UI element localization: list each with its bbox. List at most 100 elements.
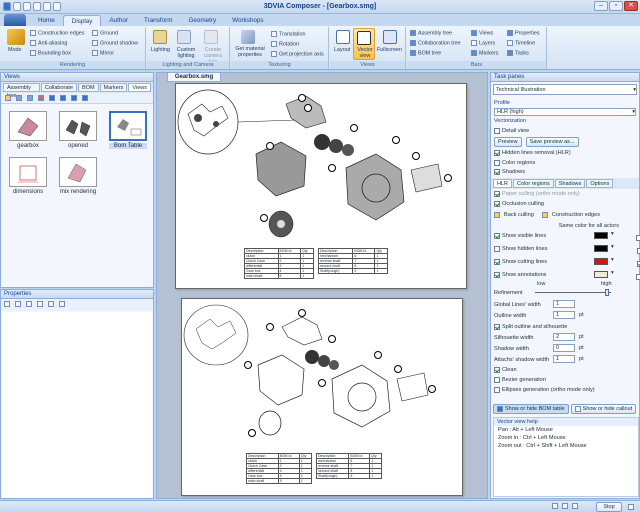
tab-color-regions[interactable]: Color regions bbox=[513, 179, 554, 188]
visible-lines-checkbox[interactable] bbox=[494, 232, 500, 239]
bezier-row[interactable]: Bezier generation bbox=[491, 375, 639, 385]
tab-author[interactable]: Author bbox=[101, 15, 136, 26]
update-view-icon[interactable] bbox=[27, 95, 33, 101]
tab-assembly-tree[interactable]: Assembly tree bbox=[3, 83, 40, 99]
collaboration-tree-toggle[interactable]: Collaboration tree bbox=[410, 40, 461, 46]
views-toggle[interactable]: Views bbox=[471, 30, 493, 36]
chevron-down-icon[interactable]: ▾ bbox=[611, 231, 614, 237]
annotations-same-color[interactable] bbox=[636, 273, 640, 280]
construction-edges-toggle[interactable]: Construction edges bbox=[30, 30, 84, 36]
anti-aliasing-toggle[interactable]: Anti-aliasing bbox=[30, 40, 67, 46]
tab-collaborate[interactable]: Collaborate bbox=[40, 83, 78, 92]
annotations-color[interactable] bbox=[594, 271, 608, 278]
tab-display[interactable]: Display bbox=[62, 15, 102, 26]
layout-button[interactable]: Layout bbox=[334, 47, 350, 53]
assembly-tree-toggle[interactable]: Assembly tree bbox=[410, 30, 452, 36]
layout-icon[interactable] bbox=[552, 503, 558, 509]
tab-bom[interactable]: BOM bbox=[78, 83, 99, 92]
bom-table-4[interactable]: Description BOM Id Qty mechanism 6 1 reverse… bbox=[315, 453, 382, 479]
ellipses-row[interactable]: Ellipses generation (ortho mode only) bbox=[491, 385, 639, 395]
task-pane-dropdown[interactable]: Technical Illustration ▾ bbox=[493, 84, 637, 95]
back-icon[interactable] bbox=[26, 301, 32, 307]
shadow-width-input[interactable]: 0 bbox=[553, 344, 575, 352]
minimize-button[interactable]: – bbox=[594, 1, 608, 11]
ground-toggle[interactable]: Ground bbox=[92, 30, 118, 36]
outline-width-input[interactable]: 1 bbox=[553, 311, 575, 319]
camera-icon[interactable] bbox=[572, 503, 578, 509]
bom-table-1[interactable]: Description BOM Id Qty clutch 1 1 Clutch Cas… bbox=[244, 248, 314, 279]
tab-markers[interactable]: Markers bbox=[99, 83, 128, 92]
view-item-bom-table[interactable]: Bom Table bbox=[109, 111, 147, 149]
visible-lines-same-color[interactable] bbox=[636, 234, 640, 241]
settings-icon[interactable] bbox=[59, 301, 65, 307]
hlr-checkbox[interactable] bbox=[494, 149, 500, 156]
camera-key-icon[interactable] bbox=[204, 30, 218, 44]
move-up-icon[interactable] bbox=[49, 95, 55, 101]
fullscreen-button[interactable]: Fullscreen bbox=[377, 47, 402, 53]
lighting-button[interactable]: Lighting bbox=[151, 47, 170, 53]
save-preview-button[interactable]: Save preview as... bbox=[525, 136, 579, 147]
chevron-down-icon[interactable]: ▾ bbox=[611, 270, 614, 276]
tab-options[interactable]: Options bbox=[586, 179, 614, 188]
shadows-row[interactable]: Shadows bbox=[491, 167, 639, 176]
fullscreen-icon[interactable] bbox=[383, 30, 397, 44]
silhouette-input[interactable]: 2 bbox=[553, 333, 575, 341]
chevron-down-icon[interactable]: ▾ bbox=[611, 257, 614, 263]
clean-checkbox[interactable] bbox=[494, 367, 500, 373]
refinement-slider-thumb[interactable] bbox=[605, 289, 609, 296]
split-outline-checkbox[interactable] bbox=[494, 323, 500, 330]
markers-toggle[interactable]: Markers bbox=[471, 50, 498, 56]
annotations-row[interactable]: Show annotations ▾ bbox=[491, 269, 640, 280]
grid-icon[interactable] bbox=[48, 301, 54, 307]
bom-table-2[interactable]: Description BOM Id Qty mechanism 6 1 reverse… bbox=[317, 248, 388, 274]
clean-row[interactable]: Clean bbox=[491, 365, 639, 375]
bom-tree-toggle[interactable]: BOM tree bbox=[410, 50, 441, 56]
translation-button[interactable]: Translation bbox=[271, 31, 305, 37]
custom-lighting-icon[interactable] bbox=[177, 30, 191, 44]
view-item-dimensions[interactable]: dimensions bbox=[9, 157, 47, 195]
timeline-toggle[interactable]: Timeline bbox=[507, 40, 535, 46]
ellipses-checkbox[interactable] bbox=[494, 387, 500, 393]
detail-view-row[interactable]: Detail view bbox=[491, 125, 639, 136]
profile-select[interactable]: HLR (high) ▾ bbox=[494, 108, 636, 116]
document-tab[interactable]: Gearbox.smg bbox=[167, 73, 221, 82]
tab-transform[interactable]: Transform bbox=[136, 15, 180, 26]
mode-icon[interactable] bbox=[7, 29, 25, 45]
bounding-box-toggle[interactable]: Bounding box bbox=[30, 50, 71, 56]
layout-icon[interactable] bbox=[336, 30, 350, 44]
application-button[interactable] bbox=[4, 14, 26, 26]
mode-button[interactable]: Mode bbox=[8, 47, 22, 53]
cutting-lines-row[interactable]: Show cutting lines ▾ bbox=[491, 256, 640, 267]
mirror-toggle[interactable]: Mirror bbox=[92, 50, 114, 56]
maximize-button[interactable]: ▫ bbox=[609, 1, 623, 11]
split-outline-row[interactable]: Split outline and silhouette bbox=[491, 321, 639, 332]
ground-shadow-toggle[interactable]: Ground shadow bbox=[92, 40, 138, 46]
chevron-down-icon[interactable]: ▾ bbox=[611, 244, 614, 250]
tab-home[interactable]: Home bbox=[30, 15, 63, 26]
occlusion-checkbox[interactable] bbox=[494, 201, 500, 207]
close-button[interactable]: ✕ bbox=[624, 1, 638, 11]
new-view-icon[interactable] bbox=[16, 95, 22, 101]
view-item-gearbox[interactable]: gearbox bbox=[9, 111, 47, 149]
properties-toggle[interactable]: Properties bbox=[507, 30, 540, 36]
back-culling-button[interactable]: Back culling bbox=[504, 212, 534, 218]
grid-icon[interactable] bbox=[562, 503, 568, 509]
show-callout-button[interactable]: Show or hide callout bbox=[570, 404, 637, 414]
cutting-lines-color[interactable] bbox=[594, 258, 608, 265]
tab-shadows[interactable]: Shadows bbox=[554, 179, 586, 188]
cutting-lines-checkbox[interactable] bbox=[494, 258, 500, 265]
lighting-icon[interactable] bbox=[153, 30, 167, 44]
visible-lines-row[interactable]: Show visible lines ▾ bbox=[491, 230, 640, 241]
paper-culling-row[interactable]: Paper culling (ortho mode only) bbox=[491, 189, 639, 199]
color-regions-row[interactable]: Color regions bbox=[491, 158, 639, 167]
annotations-checkbox[interactable] bbox=[494, 271, 500, 278]
settings-icon[interactable] bbox=[628, 504, 634, 510]
detail-view-checkbox[interactable] bbox=[494, 127, 500, 134]
hidden-lines-color[interactable] bbox=[594, 245, 608, 252]
move-top-icon[interactable] bbox=[71, 95, 77, 101]
custom-lighting-button[interactable]: Custom lighting bbox=[174, 47, 198, 59]
tab-views[interactable]: Views bbox=[128, 83, 151, 92]
camera-icon[interactable] bbox=[5, 95, 11, 101]
hlr-row[interactable]: Hidden lines removal (HLR) bbox=[491, 147, 639, 158]
rotation-button[interactable]: Rotation bbox=[271, 41, 299, 47]
